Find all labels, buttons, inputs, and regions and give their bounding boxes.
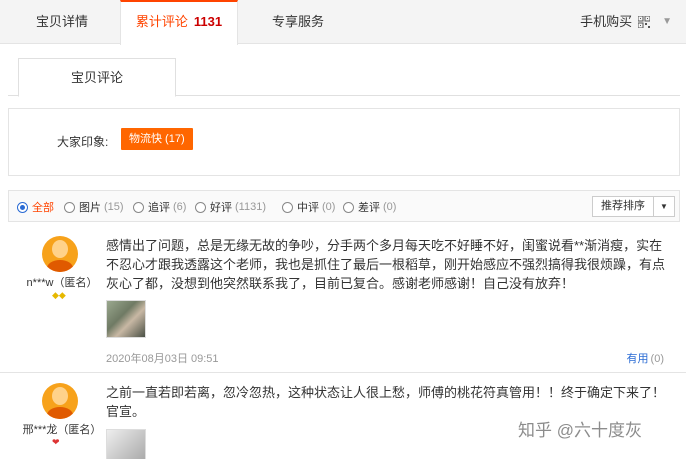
mobile-buy-label: 手机购买 (580, 14, 633, 29)
radio-icon[interactable] (17, 201, 28, 213)
review-photo-thumbnail[interactable] (106, 429, 146, 459)
tab-reviews-label: 累计评论 (135, 14, 188, 29)
avatar (42, 236, 78, 272)
review-photo-thumbnail[interactable] (106, 300, 146, 338)
mobile-buy-button[interactable]: 手机购买 ▼ (580, 0, 672, 44)
impression-tag[interactable]: 物流快 (17) (121, 128, 193, 150)
filter-images[interactable]: 图片 (15) (64, 199, 124, 215)
filter-follow-up[interactable]: 追评 (6) (133, 199, 186, 215)
reviewer-name: n***w（匿名） (26, 277, 98, 289)
filter-all[interactable]: 全部 (17, 199, 54, 215)
avatar (42, 383, 78, 419)
heart-badge-icon: ❤ (52, 437, 60, 447)
sort-dropdown[interactable]: 推荐排序 ▼ (592, 196, 675, 217)
tab-reviews-count: 1131 (193, 14, 223, 29)
tab-services[interactable]: 专享服务 (250, 0, 346, 44)
review-subtab-bar: 宝贝评论 (8, 58, 680, 97)
chevron-down-icon: ▼ (662, 16, 672, 27)
reviewer-name: 邢***龙（匿名） (22, 424, 102, 436)
radio-icon[interactable] (343, 201, 354, 213)
useful-button[interactable]: 有用 (0) (627, 350, 664, 366)
filter-negative[interactable]: 差评 (0) (343, 199, 396, 215)
tab-product-reviews[interactable]: 宝贝评论 (18, 58, 176, 97)
tab-reviews[interactable]: 累计评论 1131 (120, 0, 238, 45)
sort-label: 推荐排序 (593, 197, 654, 216)
review-date: 2020年08月03日 09:51 (106, 353, 219, 365)
tab-product-detail[interactable]: 宝贝详情 (14, 0, 110, 44)
review-item: n***w（匿名） ◆◆ 感情出了问题，总是无缘无故的争吵，分手两个多月每天吃不… (0, 230, 686, 373)
impression-panel: 大家印象: 物流快 (17) (8, 108, 680, 176)
radio-icon[interactable] (133, 201, 144, 213)
radio-icon[interactable] (282, 201, 293, 213)
chevron-down-icon[interactable]: ▼ (654, 197, 674, 216)
radio-icon[interactable] (64, 201, 75, 213)
qr-code-icon (638, 16, 651, 28)
filter-positive[interactable]: 好评 (1131) (195, 199, 266, 215)
impression-label: 大家印象: (57, 135, 109, 149)
review-filter-bar: 全部 图片 (15) 追评 (6) 好评 (1131) 中评 (0) 差评 (0) 推荐排… (8, 190, 680, 222)
radio-icon[interactable] (195, 201, 206, 213)
product-tab-bar: 宝贝详情 累计评论 1131 专享服务 手机购买 ▼ (0, 0, 686, 45)
filter-neutral[interactable]: 中评 (0) (282, 199, 335, 215)
review-text: 感情出了问题，总是无缘无故的争吵，分手两个多月每天吃不好睡不好，闺蜜说看**渐消… (106, 238, 666, 291)
watermark: 知乎 @六十度灰 (518, 421, 642, 440)
diamond-badge-icon: ◆◆ (52, 290, 66, 300)
